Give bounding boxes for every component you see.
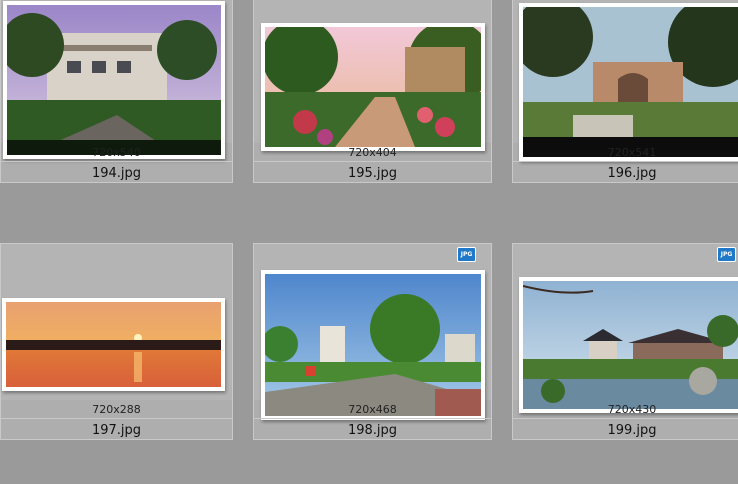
- divider: [254, 161, 491, 162]
- flower-path-image: [265, 27, 481, 147]
- file-name[interactable]: 194.jpg: [1, 164, 232, 184]
- image-dimensions: 720x288: [92, 403, 141, 416]
- park-plaza-image: [265, 274, 481, 416]
- file-tile-199[interactable]: JPG 720x430 199.jpg: [512, 243, 738, 440]
- thumbnail-image[interactable]: [261, 23, 485, 151]
- file-tile-197[interactable]: 720x288 197.jpg: [0, 243, 233, 440]
- image-dimensions: 720x404: [348, 146, 397, 159]
- divider: [1, 161, 232, 162]
- jpg-badge-icon: JPG: [457, 247, 476, 262]
- divider: [513, 161, 738, 162]
- file-tile-198[interactable]: JPG 720x468 198.jpg: [253, 243, 492, 440]
- image-dimensions: 720x540: [92, 146, 141, 159]
- file-tile-196[interactable]: JPG 720x541 196.jpg: [512, 0, 738, 183]
- thumbnail-image[interactable]: [519, 3, 738, 161]
- villa-garden-image: [7, 5, 221, 155]
- courtyard-steps-image: [523, 7, 738, 157]
- file-name[interactable]: 195.jpg: [254, 164, 491, 184]
- divider: [254, 418, 491, 419]
- thumbnail-image[interactable]: [3, 1, 225, 159]
- divider: [1, 418, 232, 419]
- file-name[interactable]: 198.jpg: [254, 421, 491, 441]
- file-tile-194[interactable]: JPG 720x540 194.jpg: [0, 0, 233, 183]
- file-name[interactable]: 196.jpg: [513, 164, 738, 184]
- file-name[interactable]: 199.jpg: [513, 421, 738, 441]
- thumbnail-image[interactable]: [261, 270, 485, 420]
- image-dimensions: 720x430: [607, 403, 657, 416]
- thumbnail-image[interactable]: [519, 277, 738, 413]
- image-dimensions: 720x541: [607, 146, 657, 159]
- sunset-lake-image: [6, 302, 221, 387]
- jpg-badge-icon: JPG: [717, 247, 736, 262]
- divider: [513, 418, 738, 419]
- thumbnail-image[interactable]: [2, 298, 225, 391]
- pavilion-pond-image: [523, 281, 738, 409]
- image-dimensions: 720x468: [348, 403, 397, 416]
- file-name[interactable]: 197.jpg: [1, 421, 232, 441]
- file-tile-195[interactable]: JPG 720x404 195.jpg: [253, 0, 492, 183]
